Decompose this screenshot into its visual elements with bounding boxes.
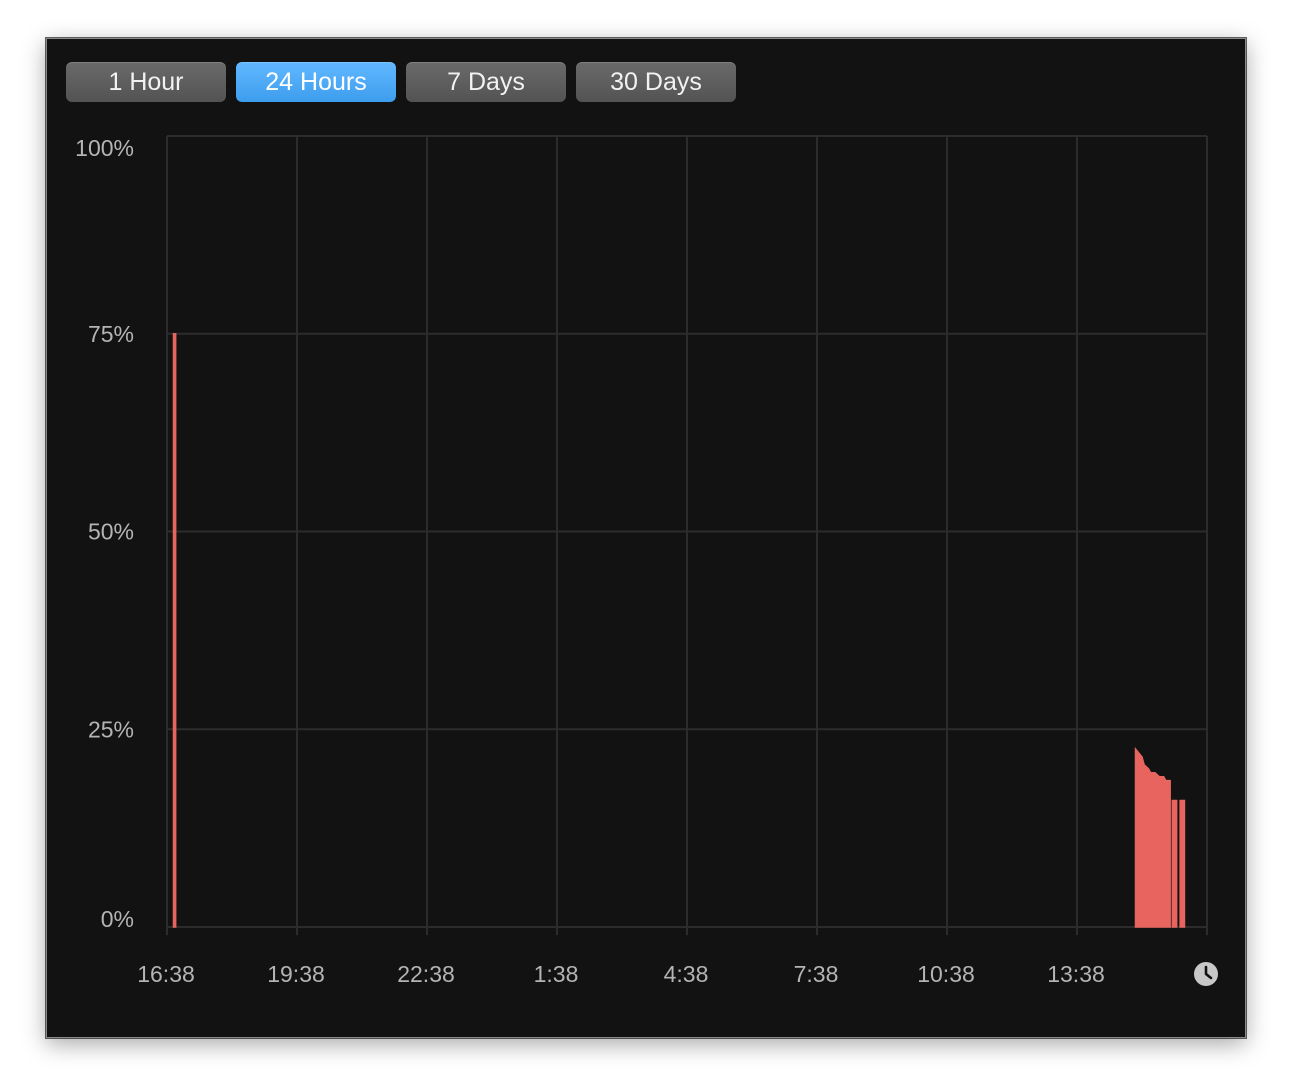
series-usage (172, 333, 1186, 928)
y-tick-label: 100% (75, 135, 134, 161)
x-tick-label: 22:38 (397, 961, 455, 987)
x-axis: 16:38 19:38 22:38 1:38 4:38 7:38 10:38 13:38 (137, 961, 1105, 987)
y-axis: 0% 25% 50% 75% 100% (75, 135, 134, 932)
x-tick-label: 7:38 (794, 961, 839, 987)
x-tick-label: 16:38 (137, 961, 195, 987)
y-tick-label: 0% (101, 906, 134, 932)
y-tick-label: 50% (88, 519, 134, 545)
x-tick-label: 1:38 (534, 961, 579, 987)
range-30-days-button[interactable]: 30 Days (576, 62, 736, 102)
usage-area-segment (1134, 746, 1171, 928)
x-tick-label: 13:38 (1047, 961, 1105, 987)
x-tick-label: 10:38 (917, 961, 975, 987)
usage-area-segment (1171, 799, 1178, 928)
usage-area-segment (172, 333, 177, 928)
usage-area-segment (1179, 799, 1186, 928)
y-tick-label: 75% (88, 321, 134, 347)
x-tick-label: 19:38 (267, 961, 325, 987)
range-24-hours-button[interactable]: 24 Hours (236, 62, 396, 102)
cpu-usage-chart: 0% 25% 50% 75% 100% 16:38 19:38 22:38 1:38 4:38 7… (75, 135, 1218, 987)
y-tick-label: 25% (88, 716, 134, 742)
range-7-days-button[interactable]: 7 Days (406, 62, 566, 102)
time-range-selector: 1 Hour 24 Hours 7 Days 30 Days (66, 62, 736, 102)
x-tick-label: 4:38 (664, 961, 709, 987)
grid (166, 135, 1208, 935)
clock-icon[interactable] (1194, 962, 1218, 986)
range-1-hour-button[interactable]: 1 Hour (66, 62, 226, 102)
